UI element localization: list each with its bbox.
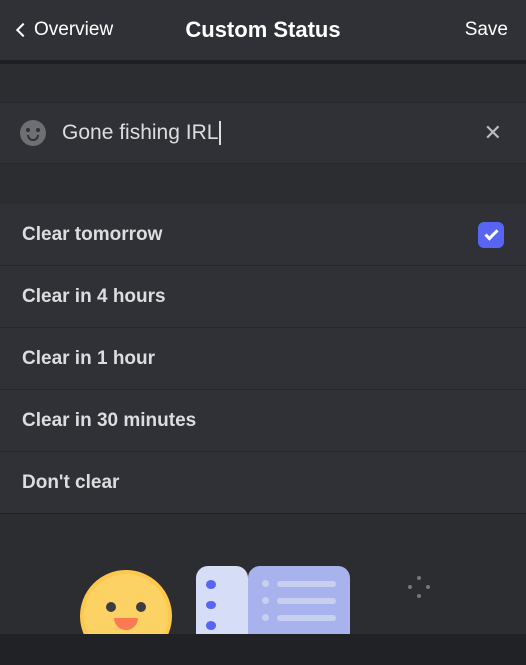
clear-input-button[interactable]: ✕ bbox=[480, 120, 506, 146]
emoji-picker-icon[interactable] bbox=[20, 120, 46, 146]
sun-emoji-illustration bbox=[80, 570, 172, 634]
list-illustration bbox=[248, 566, 350, 634]
status-input[interactable]: Gone fishing IRL bbox=[62, 121, 464, 145]
option-dont-clear[interactable]: Don't clear bbox=[0, 452, 526, 514]
option-clear-tomorrow[interactable]: Clear tomorrow bbox=[0, 204, 526, 266]
option-label: Clear in 4 hours bbox=[22, 286, 166, 308]
header-bar: Overview Custom Status Save bbox=[0, 0, 526, 64]
back-label: Overview bbox=[34, 19, 113, 41]
option-label: Clear in 1 hour bbox=[22, 348, 155, 370]
option-label: Clear tomorrow bbox=[22, 224, 162, 246]
option-label: Clear in 30 minutes bbox=[22, 410, 196, 432]
footer-illustration bbox=[0, 514, 526, 634]
option-clear-1-hour[interactable]: Clear in 1 hour bbox=[0, 328, 526, 390]
chevron-left-icon bbox=[16, 23, 30, 37]
sparkle-icon bbox=[408, 576, 430, 598]
status-input-row: Gone fishing IRL ✕ bbox=[0, 102, 526, 164]
save-button[interactable]: Save bbox=[465, 19, 508, 41]
section-spacer bbox=[0, 64, 526, 102]
option-clear-30-minutes[interactable]: Clear in 30 minutes bbox=[0, 390, 526, 452]
checkbox-checked-icon bbox=[478, 222, 504, 248]
option-label: Don't clear bbox=[22, 472, 119, 494]
text-cursor bbox=[219, 121, 221, 145]
card-illustration bbox=[196, 566, 248, 634]
page-title: Custom Status bbox=[185, 17, 340, 43]
clear-after-options: Clear tomorrow Clear in 4 hours Clear in… bbox=[0, 204, 526, 514]
back-button[interactable]: Overview bbox=[18, 19, 113, 41]
section-spacer bbox=[0, 164, 526, 204]
status-input-value: Gone fishing IRL bbox=[62, 121, 218, 144]
option-clear-4-hours[interactable]: Clear in 4 hours bbox=[0, 266, 526, 328]
